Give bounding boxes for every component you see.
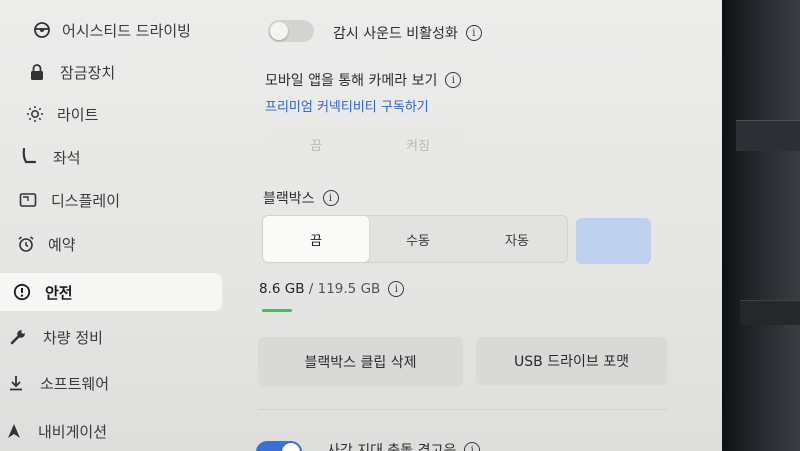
section-divider — [258, 409, 668, 410]
sidebar-item-lights[interactable]: 라이트 — [0, 95, 222, 133]
lock-icon — [28, 63, 46, 81]
dashcam-save-button[interactable] — [576, 218, 651, 264]
storage-row: 8.6 GB / 119.5 GB i — [259, 281, 405, 297]
sidebar-item-navigation[interactable]: 내비게이션 — [0, 412, 222, 450]
steering-wheel-icon — [33, 21, 51, 39]
sidebar-item-safety[interactable]: 안전 — [0, 273, 222, 311]
sidebar-item-locks[interactable]: 잠금장치 — [0, 53, 222, 91]
alarm-clock-icon — [17, 235, 35, 253]
info-icon[interactable]: i — [322, 190, 339, 206]
dashcam-selector: 끔 수동 자동 — [262, 215, 568, 263]
sidebar-item-display[interactable]: 디스플레이 — [0, 181, 222, 219]
car-interior-trim — [736, 120, 800, 151]
dashcam-label: 블랙박스 — [263, 191, 315, 207]
sidebar-item-label: 안전 — [45, 283, 73, 302]
storage-total: 119.5 GB — [317, 281, 381, 297]
wrench-icon — [9, 328, 27, 346]
sidebar-item-assisted-driving[interactable]: 어시스티드 드라이빙 — [0, 11, 222, 49]
car-interior-trim — [740, 300, 800, 325]
display-icon — [19, 191, 37, 209]
download-icon — [7, 374, 25, 392]
sidebar-item-label: 잠금장치 — [60, 63, 116, 82]
storage-usage-bar — [262, 309, 292, 312]
settings-screen: 어시스티드 드라이빙 잠금장치 라이트 좌석 디스플레이 예약 안전 차량 정비… — [0, 0, 722, 451]
blind-spot-chime-label: 사각 지대 충돌 경고음 — [327, 443, 457, 451]
alert-circle-icon — [13, 283, 31, 301]
format-usb-button[interactable]: USB 드라이브 포맷 — [476, 337, 667, 385]
sentry-sound-row: 감시 사운드 비활성화 i — [333, 23, 482, 43]
info-icon[interactable]: i — [464, 442, 481, 451]
sun-icon — [26, 105, 44, 123]
blind-spot-chime-toggle[interactable] — [256, 441, 302, 451]
sidebar-item-seats[interactable]: 좌석 — [0, 138, 222, 176]
delete-dashcam-clips-button[interactable]: 블랙박스 클립 삭제 — [258, 337, 463, 386]
storage-separator: / — [304, 281, 318, 297]
sidebar-item-label: 좌석 — [53, 148, 81, 167]
sidebar-item-label: 라이트 — [57, 105, 99, 124]
sidebar-item-label: 디스플레이 — [51, 191, 121, 210]
seat-icon — [20, 147, 38, 166]
sidebar-item-label: 어시스티드 드라이빙 — [62, 21, 191, 40]
dashcam-row: 블랙박스 i — [263, 188, 339, 208]
dashcam-option-off[interactable]: 끔 — [263, 216, 369, 262]
screen-bezel — [722, 0, 800, 451]
settings-sidebar: 어시스티드 드라이빙 잠금장치 라이트 좌석 디스플레이 예약 안전 차량 정비… — [0, 0, 228, 451]
sentry-sound-toggle[interactable] — [268, 20, 314, 42]
premium-connectivity-link[interactable]: 프리미엄 커넥티비티 구독하기 — [265, 96, 429, 115]
mobile-camera-option-off: 끔 — [310, 138, 322, 154]
mobile-camera-label: 모바일 앱을 통해 카메라 보기 — [265, 73, 438, 89]
blind-spot-chime-row: 사각 지대 충돌 경고음 i — [327, 440, 481, 451]
info-icon[interactable]: i — [388, 281, 405, 297]
mobile-camera-row: 모바일 앱을 통해 카메라 보기 i — [265, 70, 462, 90]
toggle-knob — [270, 22, 288, 40]
mobile-camera-selector: 끔 켜짐 — [265, 124, 469, 164]
sidebar-item-label: 차량 정비 — [43, 328, 103, 347]
toggle-knob — [282, 443, 300, 451]
info-icon[interactable]: i — [465, 25, 482, 41]
sidebar-item-service[interactable]: 차량 정비 — [0, 318, 222, 356]
sidebar-item-label: 예약 — [48, 235, 76, 254]
sidebar-item-schedule[interactable]: 예약 — [0, 225, 222, 263]
sidebar-item-software[interactable]: 소프트웨어 — [0, 364, 222, 402]
dashcam-option-auto[interactable]: 자동 — [467, 216, 567, 262]
storage-used: 8.6 GB — [259, 281, 305, 297]
sentry-sound-label: 감시 사운드 비활성화 — [333, 26, 458, 42]
info-icon[interactable]: i — [445, 72, 462, 88]
navigation-icon — [5, 422, 23, 440]
sidebar-item-label: 내비게이션 — [38, 422, 108, 441]
sidebar-item-label: 소프트웨어 — [40, 374, 110, 393]
mobile-camera-option-on: 켜짐 — [406, 138, 430, 154]
dashcam-option-manual[interactable]: 수동 — [369, 216, 467, 262]
